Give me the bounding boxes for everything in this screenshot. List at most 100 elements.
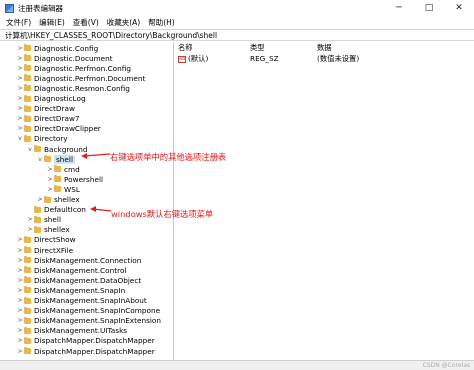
chevron-right-icon[interactable]: > xyxy=(46,186,54,193)
close-button[interactable]: ✕ xyxy=(444,0,474,16)
folder-icon xyxy=(24,276,31,284)
value-name: (默认) xyxy=(188,54,209,63)
tree-item[interactable]: v Background xyxy=(26,144,87,154)
chevron-right-icon[interactable]: > xyxy=(16,105,24,112)
menu-file[interactable]: 文件(F) xyxy=(6,17,31,28)
chevron-right-icon[interactable]: > xyxy=(16,125,24,132)
chevron-right-icon[interactable]: > xyxy=(46,166,54,173)
chevron-right-icon[interactable]: > xyxy=(16,75,24,82)
tree-item[interactable]: > DiskManagement.SnapInAbout xyxy=(16,296,146,306)
chevron-right-icon[interactable]: > xyxy=(46,176,54,183)
chevron-right-icon[interactable]: > xyxy=(36,196,44,203)
chevron-right-icon[interactable]: > xyxy=(16,287,24,294)
column-header-type[interactable]: 类型 xyxy=(250,43,265,53)
tree-item[interactable]: > DiskManagement.UITasks xyxy=(16,326,127,336)
folder-icon xyxy=(24,235,31,243)
tree-item-label: Directory xyxy=(34,134,68,144)
chevron-right-icon[interactable]: > xyxy=(16,297,24,304)
tree-item[interactable]: > DirectDraw xyxy=(16,104,75,114)
tree-item[interactable]: > DirectDraw7 xyxy=(16,114,79,124)
tree-item[interactable]: > cmd xyxy=(46,164,79,174)
registry-tree[interactable]: > Diagnostic.Config > Diagnostic.Document > D… xyxy=(0,42,174,360)
menu-view[interactable]: 查看(V) xyxy=(73,17,99,28)
chevron-down-icon[interactable]: v xyxy=(36,156,44,163)
tree-item[interactable]: > DiskManagement.SnapInExtension xyxy=(16,316,161,326)
chevron-right-icon[interactable]: > xyxy=(16,55,24,62)
chevron-right-icon[interactable]: > xyxy=(16,267,24,274)
folder-icon xyxy=(24,256,31,264)
chevron-right-icon[interactable]: > xyxy=(16,65,24,72)
regedit-app-icon xyxy=(5,3,14,13)
minimize-button[interactable]: ─ xyxy=(384,0,414,16)
tree-item[interactable]: > Diagnostic.Document xyxy=(16,53,112,63)
tree-item[interactable]: DefaultIcon xyxy=(26,205,86,215)
tree-item[interactable]: > Diagnostic.Resmon.Config xyxy=(16,83,129,93)
menu-help[interactable]: 帮助(H) xyxy=(148,17,175,28)
tree-item[interactable]: v Directory xyxy=(16,134,68,144)
folder-icon xyxy=(24,104,31,112)
folder-icon xyxy=(24,84,31,92)
chevron-right-icon[interactable]: > xyxy=(16,115,24,122)
tree-item-label: Diagnostic.Perfmon.Document xyxy=(34,73,146,83)
tree-item-label: DiskManagement.SnapInCompone xyxy=(34,306,161,316)
address-bar[interactable]: 计算机\HKEY_CLASSES_ROOT\Directory\Backgrou… xyxy=(0,29,474,41)
tree-item[interactable]: v shell xyxy=(36,154,75,164)
window-controls: ─ □ ✕ xyxy=(384,0,474,16)
tree-item[interactable]: > shellex xyxy=(26,225,69,235)
chevron-down-icon[interactable]: v xyxy=(26,146,34,153)
tree-item[interactable]: > Powershell xyxy=(46,174,103,184)
tree-item[interactable]: > DiskManagement.DataObject xyxy=(16,275,141,285)
tree-item[interactable]: > Diagnostic.Config xyxy=(16,43,98,53)
chevron-right-icon[interactable]: > xyxy=(16,307,24,314)
chevron-right-icon[interactable]: > xyxy=(16,348,24,355)
tree-item-label: DirectDraw xyxy=(34,104,75,114)
tree-item-label: DefaultIcon xyxy=(44,205,86,215)
tree-item[interactable]: > DiagnosticLog xyxy=(16,94,85,104)
tree-item[interactable]: > DiskManagement.Control xyxy=(16,265,126,275)
tree-item[interactable]: > shell xyxy=(26,215,61,225)
chevron-down-icon[interactable]: v xyxy=(16,135,24,142)
title-bar: 注册表编辑器 ─ □ ✕ xyxy=(0,0,474,16)
folder-icon xyxy=(24,306,31,314)
chevron-right-icon[interactable]: > xyxy=(16,85,24,92)
chevron-right-icon[interactable]: > xyxy=(16,277,24,284)
tree-item[interactable]: > DispatchMapper.DispatchMapper xyxy=(16,336,154,346)
tree-item[interactable]: > shellex xyxy=(36,195,80,205)
menu-favorites[interactable]: 收藏夹(A) xyxy=(107,17,140,28)
window-title: 注册表编辑器 xyxy=(18,3,63,13)
folder-icon xyxy=(24,316,31,324)
value-row[interactable]: ab (默认) REG_SZ (数值未设置) xyxy=(175,54,474,64)
tree-item[interactable]: > DirectXFile xyxy=(16,245,73,255)
folder-icon xyxy=(24,134,31,142)
chevron-right-icon[interactable]: > xyxy=(16,257,24,264)
tree-item[interactable]: > Diagnostic.Perfmon.Document xyxy=(16,73,145,83)
tree-item-label: Diagnostic.Config xyxy=(34,43,99,53)
column-header-data[interactable]: 数据 xyxy=(317,43,332,53)
tree-item[interactable]: > DirectDrawClipper xyxy=(16,124,100,134)
chevron-right-icon[interactable]: > xyxy=(16,45,24,52)
status-bar: CSDN @Corelas xyxy=(0,360,474,370)
chevron-right-icon[interactable]: > xyxy=(16,236,24,243)
tree-item[interactable]: > DispatchMapper.DispatchMapper xyxy=(16,346,154,356)
folder-icon xyxy=(54,175,61,183)
tree-item[interactable]: > DirectShow xyxy=(16,235,76,245)
chevron-right-icon[interactable]: > xyxy=(16,317,24,324)
chevron-right-icon[interactable]: > xyxy=(16,327,24,334)
tree-item[interactable]: > DiskManagement.SnapInCompone xyxy=(16,306,160,316)
tree-item[interactable]: > WSL xyxy=(46,184,79,194)
chevron-right-icon[interactable]: > xyxy=(16,95,24,102)
chevron-right-icon[interactable]: > xyxy=(16,337,24,344)
menu-bar: 文件(F) 编辑(E) 查看(V) 收藏夹(A) 帮助(H) xyxy=(0,16,474,29)
chevron-right-icon[interactable]: > xyxy=(16,247,24,254)
maximize-button[interactable]: □ xyxy=(414,0,444,16)
annotation-arrow-shell xyxy=(81,153,111,159)
tree-item-label: shellex xyxy=(54,195,80,204)
column-header-name[interactable]: 名称 xyxy=(178,43,193,53)
tree-item[interactable]: > DiskManagement.SnapIn xyxy=(16,285,125,295)
tree-item-label: DirectShow xyxy=(34,235,76,245)
chevron-right-icon[interactable]: > xyxy=(26,226,34,233)
menu-edit[interactable]: 编辑(E) xyxy=(39,17,65,28)
chevron-right-icon[interactable]: > xyxy=(26,216,34,223)
tree-item[interactable]: > DiskManagement.Connection xyxy=(16,255,141,265)
tree-item[interactable]: > Diagnostic.Perfmon.Config xyxy=(16,63,131,73)
